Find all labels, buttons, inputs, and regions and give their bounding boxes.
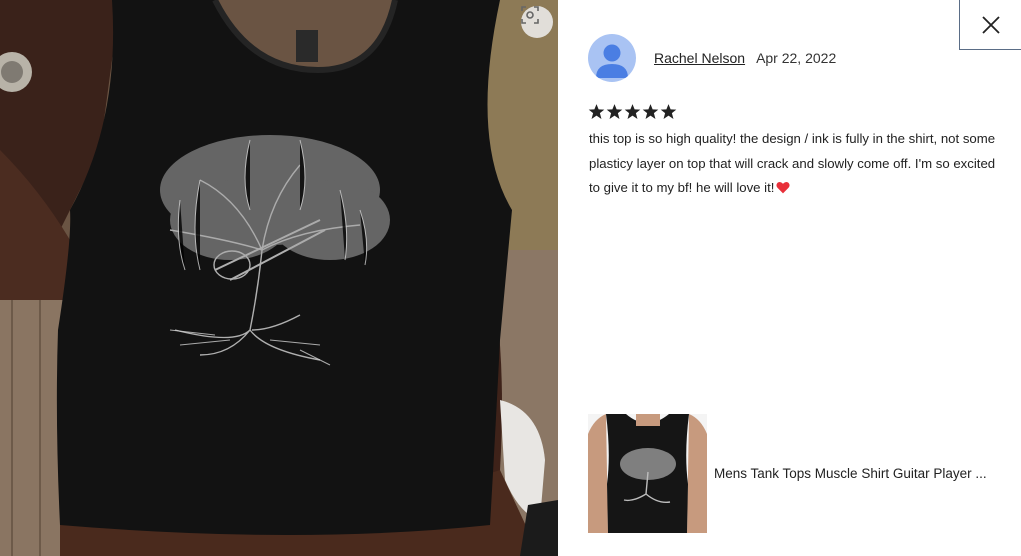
default-user-icon <box>596 44 628 78</box>
review-photo[interactable] <box>0 0 558 556</box>
star-icon <box>606 104 623 119</box>
avatar[interactable] <box>588 34 636 82</box>
visual-search-button[interactable] <box>521 6 553 38</box>
reviewer-header: Rachel Nelson Apr 22, 2022 <box>588 34 836 82</box>
close-icon <box>981 15 1000 34</box>
review-text: this top is so high quality! the design … <box>589 127 1009 203</box>
star-icon <box>624 104 641 119</box>
product-link[interactable]: Mens Tank Tops Muscle Shirt Guitar Playe… <box>588 414 1014 533</box>
star-icon <box>642 104 659 119</box>
review-date: Apr 22, 2022 <box>756 50 837 66</box>
star-rating <box>588 103 677 120</box>
reviewer-name-link[interactable]: Rachel Nelson <box>654 50 745 66</box>
star-icon <box>588 104 605 119</box>
review-panel: Rachel Nelson Apr 22, 2022 this top is s… <box>558 0 1021 556</box>
tank-top-photo <box>0 0 558 556</box>
heart-icon <box>776 178 790 203</box>
visual-search-icon <box>521 6 539 24</box>
product-title[interactable]: Mens Tank Tops Muscle Shirt Guitar Playe… <box>714 466 1014 481</box>
star-icon <box>660 104 677 119</box>
product-thumbnail[interactable] <box>588 414 707 533</box>
product-image <box>588 414 707 533</box>
review-body: this top is so high quality! the design … <box>589 131 996 195</box>
close-button[interactable] <box>959 0 1021 50</box>
